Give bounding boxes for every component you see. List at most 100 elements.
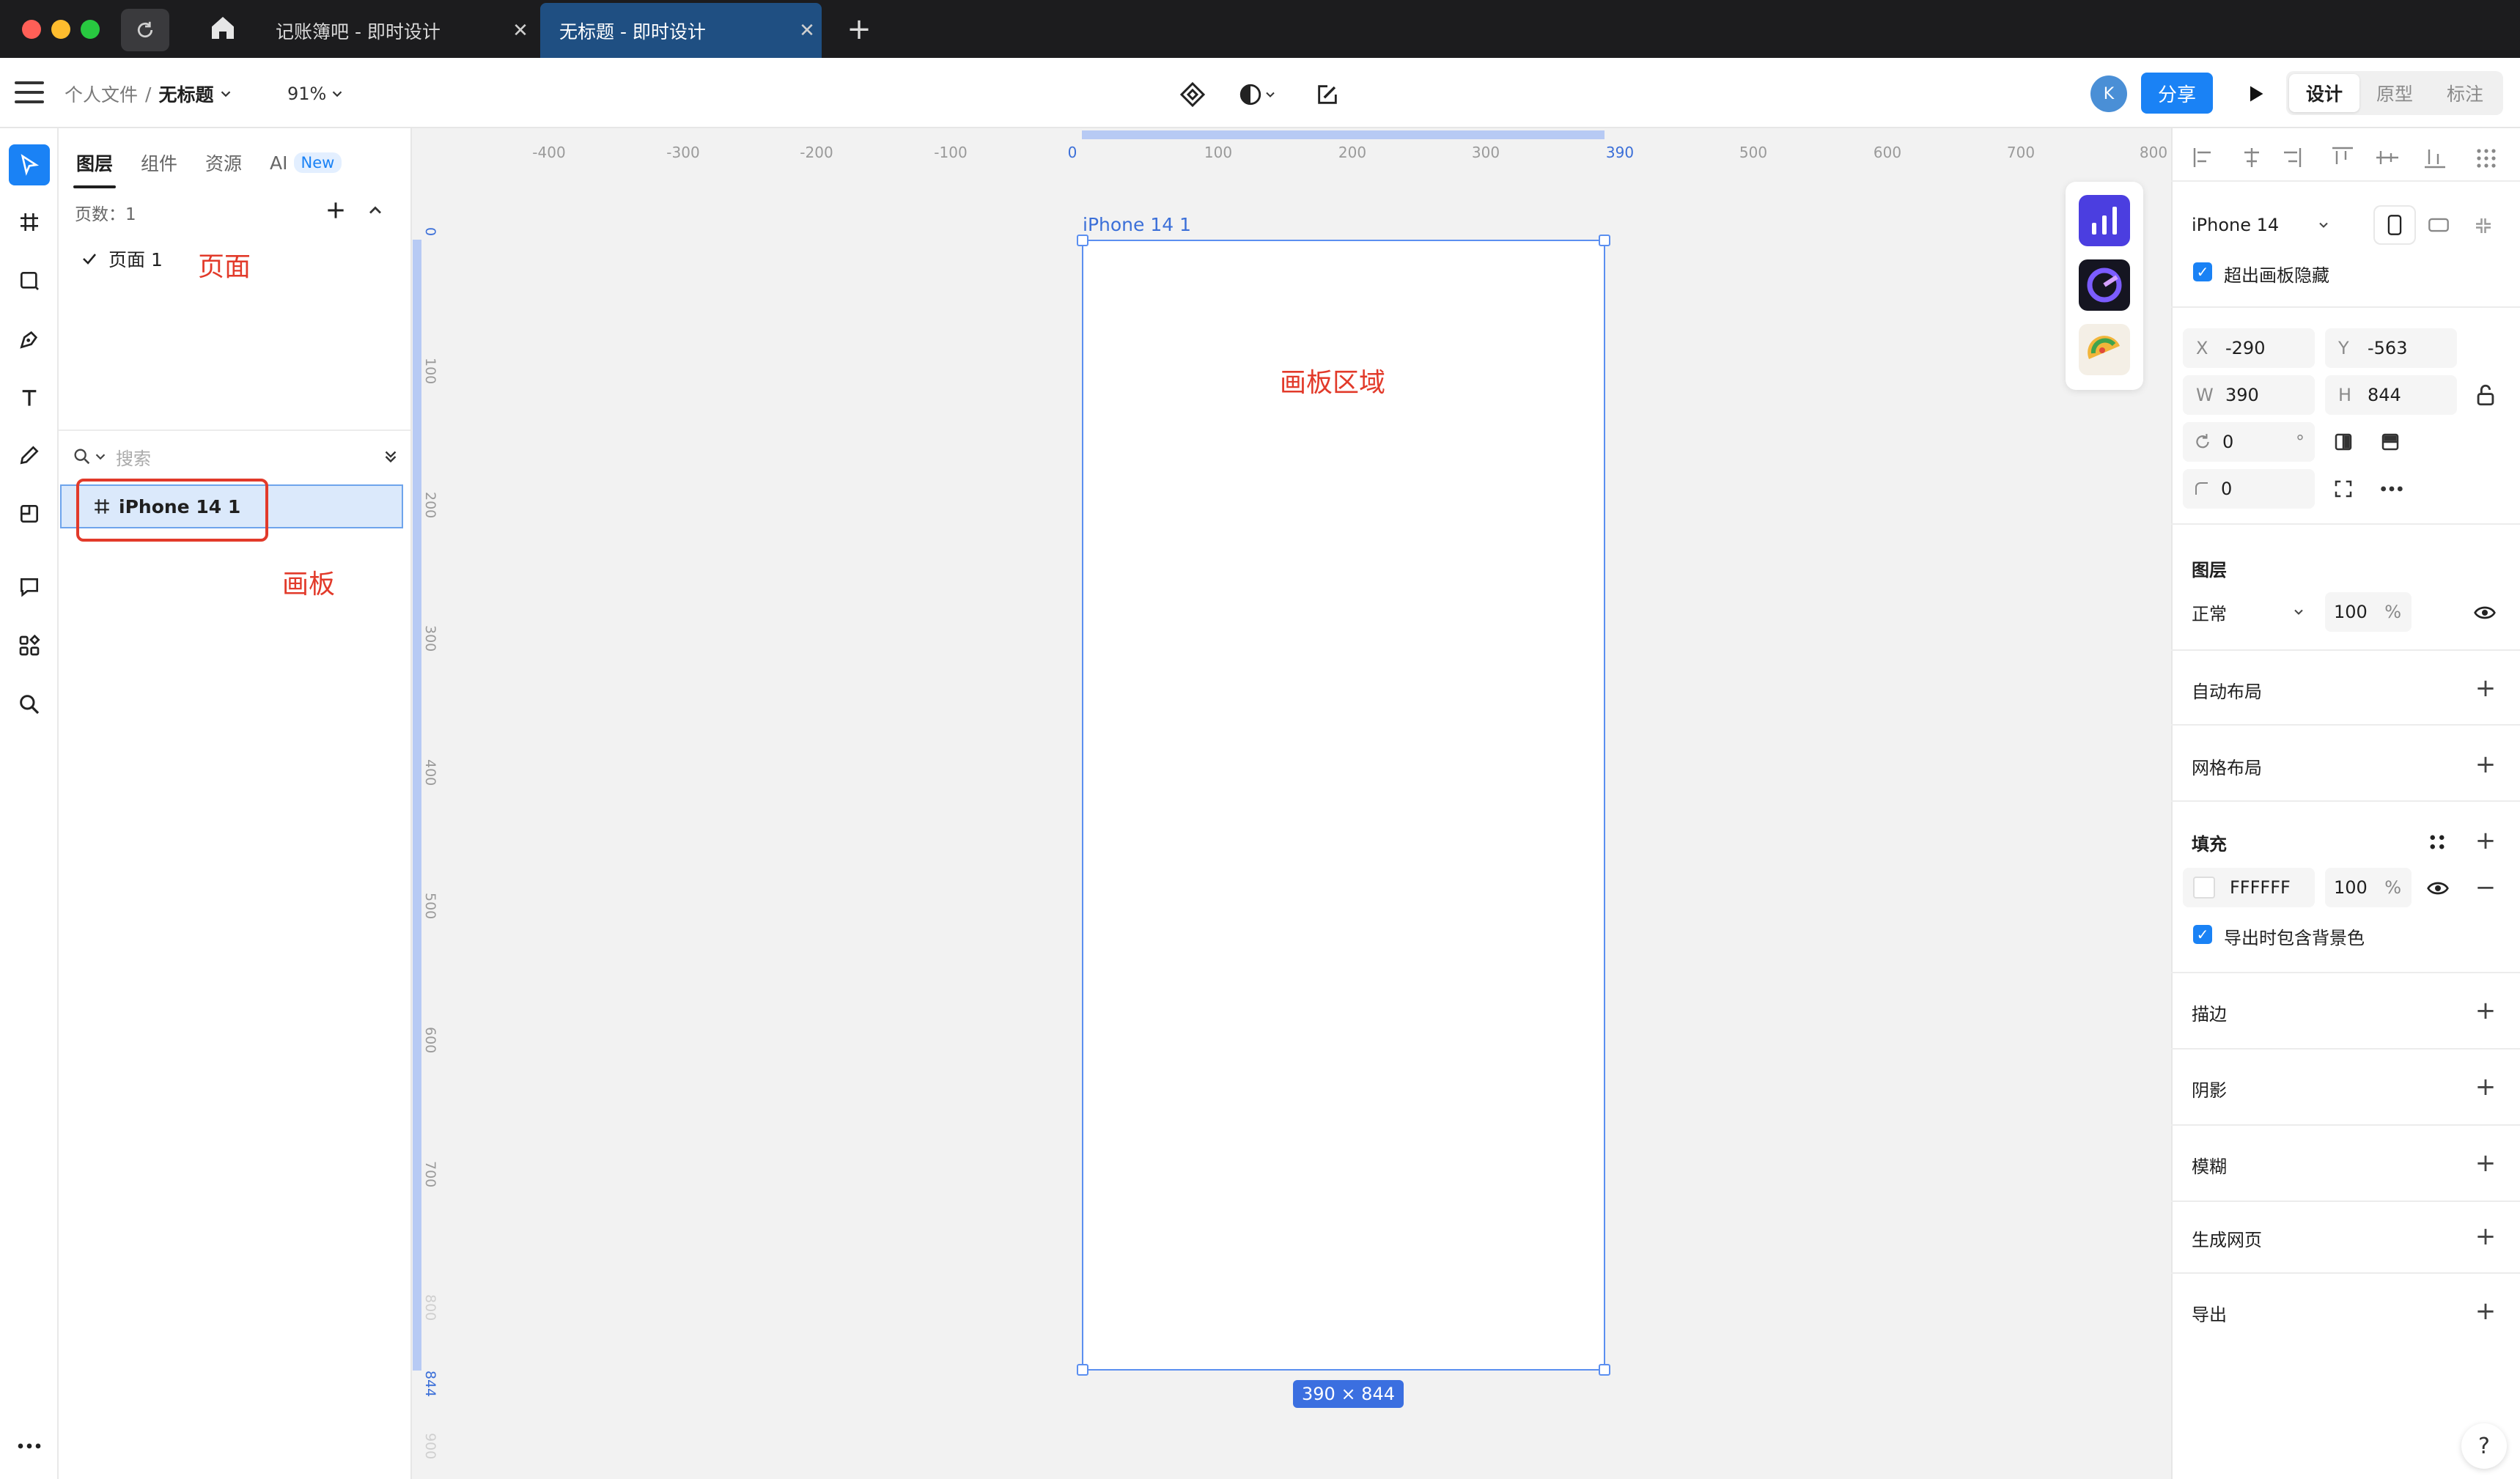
portrait-button[interactable]: [2375, 207, 2414, 243]
zoom-dropdown[interactable]: 91%: [287, 81, 345, 107]
close-tab-icon[interactable]: ✕: [792, 20, 822, 42]
fill-color-field[interactable]: FFFFFF: [2183, 868, 2315, 907]
resize-handle-top-right[interactable]: [1599, 235, 1610, 246]
fill-opacity-field[interactable]: 100 %: [2325, 868, 2412, 907]
more-tools-button[interactable]: [9, 1425, 50, 1467]
size-badge: 390 × 844: [1293, 1380, 1404, 1408]
maximize-window-button[interactable]: [81, 20, 100, 39]
eye-icon[interactable]: [2473, 601, 2497, 624]
pen-tool-button[interactable]: [9, 319, 50, 360]
y-field[interactable]: Y -563: [2325, 328, 2457, 368]
reload-button[interactable]: [121, 9, 169, 51]
ruler-tick: 100: [422, 358, 438, 385]
preview-button[interactable]: [2239, 77, 2272, 111]
tab-assets[interactable]: 资源: [205, 137, 242, 188]
lock-ratio-icon[interactable]: [2473, 383, 2498, 407]
tab-components[interactable]: 组件: [141, 137, 177, 188]
help-button[interactable]: ?: [2461, 1423, 2507, 1469]
eye-icon[interactable]: [2426, 877, 2450, 900]
rectangle-tool-button[interactable]: [9, 260, 50, 301]
style-grid-icon[interactable]: [2426, 831, 2448, 853]
height-field[interactable]: H 844: [2325, 375, 2457, 415]
close-tab-icon[interactable]: ✕: [506, 20, 535, 42]
edit-button[interactable]: [1311, 78, 1344, 111]
tab-untitled[interactable]: 无标题 - 即时设计 ✕: [540, 3, 822, 58]
fit-content-button[interactable]: [2469, 211, 2498, 240]
tab-ai[interactable]: AI New: [270, 137, 342, 188]
more-options-icon[interactable]: [2379, 484, 2404, 494]
add-auto-layout-button[interactable]: +: [2473, 674, 2498, 703]
independent-corners-icon[interactable]: [2332, 478, 2354, 500]
width-field[interactable]: W 390: [2183, 375, 2315, 415]
x-field[interactable]: X -290: [2183, 328, 2315, 368]
fill-swatch[interactable]: [2193, 877, 2215, 899]
user-avatar[interactable]: K: [2090, 75, 2127, 112]
add-stroke-button[interactable]: +: [2473, 996, 2498, 1025]
pages-count: 页数：1: [75, 205, 136, 224]
search-input[interactable]: 搜索: [116, 444, 381, 470]
ruler-tick: 600: [422, 1027, 438, 1054]
alignment-toolbar[interactable]: [2192, 145, 2514, 170]
add-grid-layout-button[interactable]: +: [2473, 750, 2498, 779]
image-plugin-button[interactable]: [2079, 324, 2130, 375]
flip-horizontal-icon[interactable]: [2332, 431, 2354, 453]
chart-plugin-button[interactable]: [2079, 195, 2130, 246]
new-tab-button[interactable]: +: [843, 12, 875, 46]
tab-prototype[interactable]: 原型: [2359, 74, 2430, 112]
chevron-down-icon[interactable]: [218, 86, 234, 102]
chevron-up-icon[interactable]: [365, 200, 386, 221]
tab-inspect[interactable]: 标注: [2430, 74, 2500, 112]
export-bg-checkbox[interactable]: ✓: [2193, 925, 2212, 944]
divider: [59, 429, 410, 431]
pencil-tool-button[interactable]: [9, 435, 50, 476]
breadcrumb-root[interactable]: 个人文件: [65, 81, 138, 107]
theme-toggle-button[interactable]: [1231, 78, 1284, 111]
chevron-down-icon: [333, 91, 342, 97]
component-button[interactable]: [1176, 78, 1209, 111]
resize-handle-top-left[interactable]: [1077, 235, 1088, 246]
artboard-frame[interactable]: [1077, 235, 1610, 1376]
move-tool-button[interactable]: [9, 144, 50, 185]
landscape-button[interactable]: [2419, 207, 2458, 243]
add-fill-button[interactable]: +: [2473, 826, 2498, 855]
tab-layers[interactable]: 图层: [73, 137, 117, 188]
blend-mode-select[interactable]: 正常: [2183, 592, 2315, 632]
frame-tool-button[interactable]: [9, 202, 50, 243]
minimize-window-button[interactable]: [51, 20, 70, 39]
tab-design[interactable]: 设计: [2289, 74, 2359, 112]
share-button[interactable]: 分享: [2141, 73, 2213, 114]
layer-opacity-field[interactable]: 100 %: [2325, 592, 2412, 632]
contrast-icon: [1239, 84, 1261, 106]
search-tool-button[interactable]: [9, 684, 50, 725]
add-page-icon[interactable]: [324, 199, 347, 222]
text-tool-button[interactable]: [9, 377, 50, 418]
file-title[interactable]: 无标题: [158, 81, 213, 107]
collapse-all-icon[interactable]: [381, 447, 400, 466]
tab-ledger[interactable]: 记账簿吧 - 即时设计 ✕: [257, 3, 535, 58]
page-item-label: 页面 1: [108, 249, 163, 270]
layer-search[interactable]: 搜索: [59, 438, 410, 475]
rotation-field[interactable]: 0 °: [2183, 422, 2315, 462]
slice-tool-button[interactable]: [9, 493, 50, 534]
device-select[interactable]: iPhone 14: [2183, 205, 2338, 245]
artboard-title[interactable]: iPhone 14 1: [1083, 214, 1191, 235]
flip-vertical-icon[interactable]: [2379, 431, 2401, 453]
plugins-button[interactable]: [9, 625, 50, 666]
add-generate-web-button[interactable]: +: [2473, 1222, 2498, 1251]
add-export-button[interactable]: +: [2473, 1297, 2498, 1326]
ruler-tick: 800: [422, 1294, 438, 1321]
ai-plugin-button[interactable]: [2079, 259, 2130, 311]
ruler-tick: 600: [1873, 144, 1902, 161]
comment-tool-button[interactable]: [9, 567, 50, 608]
pages-header: 页数：1: [59, 194, 410, 229]
main-menu-button[interactable]: [15, 81, 44, 106]
add-blur-button[interactable]: +: [2473, 1148, 2498, 1178]
resize-handle-bottom-right[interactable]: [1599, 1364, 1610, 1376]
corner-radius-field[interactable]: 0: [2183, 469, 2315, 509]
resize-handle-bottom-left[interactable]: [1077, 1364, 1088, 1376]
add-shadow-button[interactable]: +: [2473, 1072, 2498, 1102]
close-window-button[interactable]: [22, 20, 41, 39]
remove-fill-button[interactable]: −: [2473, 873, 2498, 902]
clip-content-checkbox[interactable]: ✓: [2193, 262, 2212, 281]
home-button[interactable]: [208, 13, 243, 45]
